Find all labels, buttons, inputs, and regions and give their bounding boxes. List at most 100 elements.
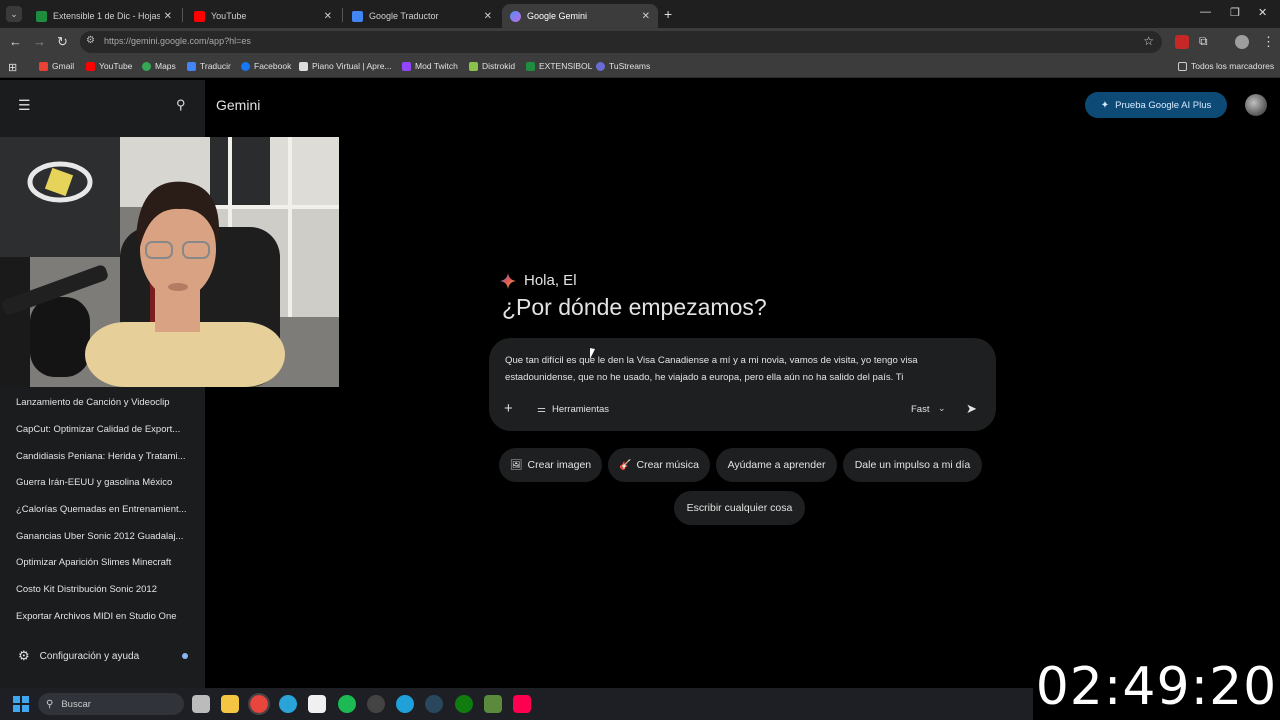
piano-icon: [299, 61, 308, 71]
chip-help-learn[interactable]: Ayúdame a aprender: [716, 448, 837, 482]
back-icon[interactable]: ←: [9, 34, 22, 49]
bookmark-translate[interactable]: Traducir: [187, 61, 231, 71]
tab-gemini[interactable]: Google Gemini ✕: [502, 4, 658, 28]
reload-icon[interactable]: ↻: [57, 34, 68, 50]
taskbar-search-placeholder: Buscar: [61, 698, 91, 710]
gemini-sparkle-icon: [500, 272, 516, 289]
tab-youtube[interactable]: YouTube ✕: [186, 4, 340, 28]
extension-icon[interactable]: [1175, 35, 1189, 49]
extensions-puzzle-icon[interactable]: ⧉: [1199, 34, 1208, 49]
hamburger-menu-icon[interactable]: ☰: [18, 97, 31, 114]
tools-button[interactable]: ⚌ Herramientas: [537, 404, 609, 415]
new-tab-button[interactable]: +: [664, 6, 672, 22]
taskbar-search[interactable]: ⚲ Buscar: [38, 693, 184, 715]
bookmarks-bar: ⊞ Gmail YouTube Maps Traducir Facebook P…: [0, 56, 1280, 78]
chat-item[interactable]: Ganancias Uber Sonic 2012 Guadalaj...: [16, 531, 191, 542]
chip-create-image[interactable]: 🖼 Crear imagen: [499, 448, 602, 482]
tab-translate[interactable]: Google Traductor ✕: [344, 4, 500, 28]
close-icon[interactable]: ✕: [484, 11, 492, 22]
bookmark-youtube[interactable]: YouTube: [86, 61, 132, 71]
chat-item[interactable]: Guerra Irán-EEUU y gasolina México: [16, 477, 191, 488]
browser-toolbar: ← → ↻ ⚙ https://gemini.google.com/app?hl…: [0, 28, 1280, 56]
sparkle-icon: ✦: [1100, 99, 1110, 111]
bookmark-label: Traducir: [200, 61, 231, 71]
telegram-icon[interactable]: [279, 695, 297, 713]
chat-item[interactable]: CapCut: Optimizar Calidad de Export...: [16, 424, 191, 435]
more-menu-icon[interactable]: ⋮: [1262, 34, 1275, 50]
chat-item[interactable]: Costo Kit Distribución Sonic 2012: [16, 584, 191, 595]
bookmark-maps[interactable]: Maps: [142, 61, 176, 71]
bookmark-facebook[interactable]: Facebook: [241, 61, 291, 71]
spotify-icon[interactable]: [338, 695, 356, 713]
tab-label: Google Gemini: [527, 11, 588, 21]
image-icon: 🖼: [509, 459, 523, 471]
minecraft-icon[interactable]: [484, 695, 502, 713]
chat-item[interactable]: ¿Calorías Quemadas en Entrenamient...: [16, 504, 191, 515]
chat-item[interactable]: Exportar Archivos MIDI en Studio One: [16, 611, 191, 622]
minimize-icon[interactable]: —: [1200, 6, 1211, 18]
model-selector[interactable]: Fast: [911, 404, 929, 415]
settings-and-help[interactable]: ⚙ Configuración y ayuda: [18, 648, 139, 664]
avatar[interactable]: [1245, 94, 1267, 116]
bookmark-gmail[interactable]: Gmail: [39, 61, 74, 71]
forward-icon[interactable]: →: [33, 34, 46, 49]
steam-icon[interactable]: [425, 695, 443, 713]
close-icon[interactable]: ✕: [164, 11, 172, 22]
distrokid-icon: [469, 61, 478, 71]
prompt-input[interactable]: Que tan difícil es que le den la Visa Ca…: [505, 352, 975, 386]
chrome-icon[interactable]: [248, 693, 270, 715]
bookmark-label: Maps: [155, 61, 176, 71]
youtube-icon: [194, 10, 205, 22]
close-icon[interactable]: ✕: [324, 11, 332, 22]
edge-icon[interactable]: [396, 695, 414, 713]
bookmark-label: Piano Virtual | Apre...: [312, 61, 392, 71]
chat-item[interactable]: Candidiasis Peniana: Herida y Tratami...: [16, 451, 191, 462]
chip-label: Dale un impulso a mi día: [854, 459, 971, 471]
folder-icon: [1178, 61, 1187, 71]
chevron-down-icon[interactable]: ⌄: [938, 403, 946, 414]
xbox-icon[interactable]: [455, 695, 473, 713]
site-info-icon[interactable]: ⚙: [86, 35, 95, 46]
tools-label: Herramientas: [551, 404, 609, 415]
tiktok-icon[interactable]: [513, 695, 531, 713]
chip-write-anything[interactable]: Escribir cualquier cosa: [674, 491, 805, 525]
chat-item[interactable]: Lanzamiento de Canción y Videoclip: [16, 397, 191, 408]
bookmark-twitch[interactable]: Mod Twitch: [402, 61, 458, 71]
file-explorer-icon[interactable]: [221, 695, 239, 713]
bookmark-tustreams[interactable]: TuStreams: [596, 61, 650, 71]
upgrade-button[interactable]: ✦ Prueba Google AI Plus: [1085, 92, 1227, 118]
chat-item[interactable]: Optimizar Aparición Slimes Minecraft: [16, 557, 191, 568]
chip-label: Escribir cualquier cosa: [686, 502, 793, 514]
all-bookmarks[interactable]: Todos los marcadores: [1178, 61, 1274, 71]
chip-label: Crear música: [636, 459, 699, 471]
obs-icon[interactable]: [367, 695, 385, 713]
bookmark-piano[interactable]: Piano Virtual | Apre...: [299, 61, 392, 71]
bookmark-star-icon[interactable]: ☆: [1143, 34, 1154, 48]
profile-avatar-icon[interactable]: [1235, 35, 1249, 49]
bookmark-distrokid[interactable]: Distrokid: [469, 61, 515, 71]
bookmark-label: Facebook: [254, 61, 292, 71]
search-icon[interactable]: ⚲: [176, 97, 186, 113]
capcut-icon[interactable]: [308, 695, 326, 713]
webcam-overlay: [0, 137, 339, 387]
bookmark-extensibol[interactable]: EXTENSIBOL: [526, 61, 592, 71]
sheets-icon: [526, 61, 535, 71]
windows-start-icon[interactable]: [13, 696, 29, 712]
restore-icon[interactable]: ❐: [1230, 6, 1240, 19]
translate-icon: [352, 10, 363, 22]
translate-icon: [187, 61, 196, 71]
task-view-icon[interactable]: [192, 695, 210, 713]
address-bar[interactable]: ⚙ https://gemini.google.com/app?hl=es ☆: [80, 31, 1162, 53]
chip-boost-day[interactable]: Dale un impulso a mi día: [843, 448, 982, 482]
youtube-icon: [86, 61, 95, 71]
chip-create-music[interactable]: 🎸 Crear música: [608, 448, 710, 482]
send-icon[interactable]: ➤: [966, 401, 977, 417]
stream-timer: 02:49:20: [1033, 654, 1280, 720]
apps-grid-icon[interactable]: ⊞: [8, 61, 17, 74]
tab-search-button[interactable]: ⌄: [6, 6, 22, 22]
add-icon[interactable]: +: [504, 400, 513, 417]
close-icon[interactable]: ✕: [642, 11, 650, 22]
tools-sliders-icon: ⚌: [537, 404, 546, 415]
close-window-icon[interactable]: ✕: [1258, 6, 1267, 19]
tab-sheets[interactable]: Extensible 1 de Dic - Hojas de c ✕: [28, 4, 180, 28]
